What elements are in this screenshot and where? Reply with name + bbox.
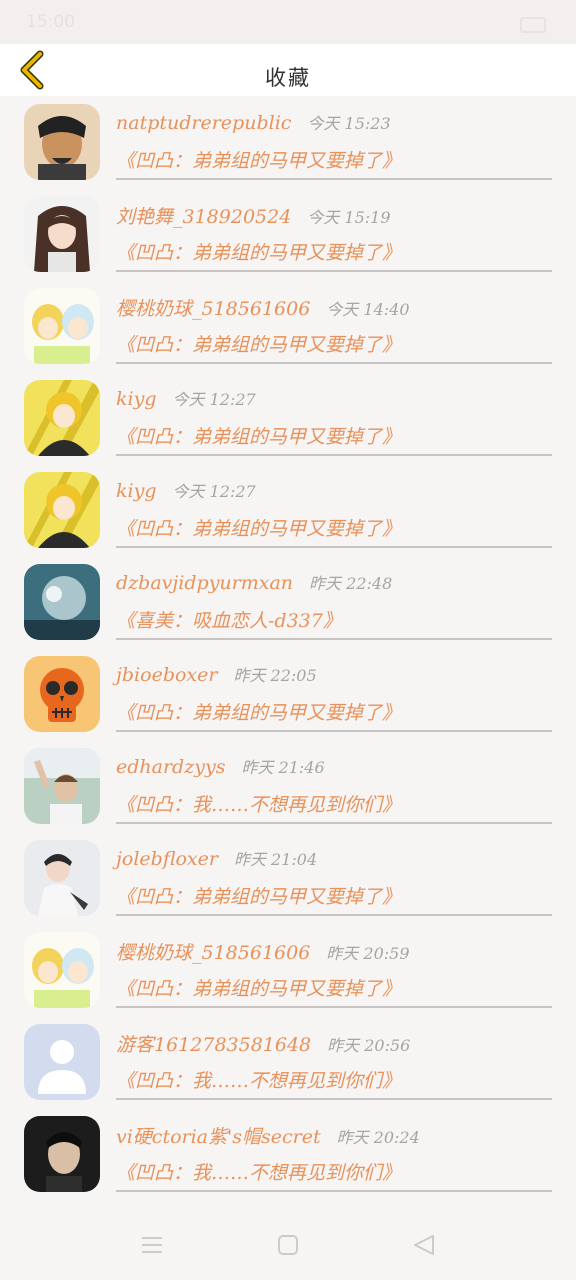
divider: [116, 546, 552, 548]
favorite-title[interactable]: 《凹凸：弟弟组的马甲又要掉了》: [116, 422, 401, 449]
list-item[interactable]: jbioeboxer 昨天 22:05 《凹凸：弟弟组的马甲又要掉了》: [0, 648, 576, 740]
favorite-title[interactable]: 《凹凸：我……不想再见到你们》: [116, 790, 401, 817]
divider: [116, 730, 552, 732]
battery-icon: [520, 17, 546, 33]
user-name[interactable]: 樱桃奶球_518561606: [116, 942, 310, 964]
favorite-title[interactable]: 《喜美：吸血恋人-d337》: [116, 606, 342, 633]
user-name[interactable]: edhardzyys: [116, 756, 225, 778]
timestamp: 今天 15:23: [307, 114, 391, 133]
divider: [116, 822, 552, 824]
name-line: 刘艳舞_318920524 今天 15:19: [116, 202, 391, 229]
favorite-title[interactable]: 《凹凸：弟弟组的马甲又要掉了》: [116, 882, 401, 909]
timestamp: 今天 12:27: [172, 482, 256, 501]
name-line: kiyg 今天 12:27: [116, 478, 256, 502]
back-triangle-icon[interactable]: [409, 1230, 439, 1260]
home-icon[interactable]: [273, 1230, 303, 1260]
name-line: dzbavjidpyurmxan 昨天 22:48: [116, 570, 392, 594]
menu-icon[interactable]: [137, 1230, 167, 1260]
name-line: kiyg 今天 12:27: [116, 386, 256, 410]
list-item[interactable]: vi硬ctoria紫's帽secret 昨天 20:24 《凹凸：我……不想再见到你…: [0, 1108, 576, 1200]
user-name[interactable]: vi硬ctoria紫's帽secret: [116, 1126, 321, 1148]
name-line: 樱桃奶球_518561606 昨天 20:59: [116, 938, 410, 965]
name-line: edhardzyys 昨天 21:46: [116, 754, 325, 778]
name-line: jbioeboxer 昨天 22:05: [116, 662, 317, 686]
header: 收藏: [0, 44, 576, 96]
timestamp: 昨天 20:24: [336, 1128, 420, 1147]
favorite-title[interactable]: 《凹凸：弟弟组的马甲又要掉了》: [116, 974, 401, 1001]
divider: [116, 178, 552, 180]
timestamp: 今天 15:19: [307, 208, 391, 227]
avatar[interactable]: [24, 748, 100, 824]
avatar[interactable]: [24, 104, 100, 180]
list-item[interactable]: jolebfloxer 昨天 21:04 《凹凸：弟弟组的马甲又要掉了》: [0, 832, 576, 924]
user-name[interactable]: dzbavjidpyurmxan: [116, 572, 293, 594]
list-item[interactable]: 樱桃奶球_518561606 昨天 20:59 《凹凸：弟弟组的马甲又要掉了》: [0, 924, 576, 1016]
avatar[interactable]: [24, 1116, 100, 1192]
list-item[interactable]: dzbavjidpyurmxan 昨天 22:48 《喜美：吸血恋人-d337》: [0, 556, 576, 648]
favorite-title[interactable]: 《凹凸：我……不想再见到你们》: [116, 1158, 401, 1185]
timestamp: 昨天 21:46: [241, 758, 325, 777]
timestamp: 昨天 21:04: [233, 850, 318, 869]
avatar[interactable]: [24, 288, 100, 364]
timestamp: 今天 14:40: [326, 300, 410, 319]
name-line: natptudrerepublic 今天 15:23: [116, 110, 391, 134]
divider: [116, 362, 552, 364]
user-name[interactable]: jbioeboxer: [116, 664, 217, 686]
timestamp: 今天 12:27: [172, 390, 256, 409]
divider: [116, 454, 552, 456]
status-bar: 15:00: [0, 0, 576, 44]
avatar[interactable]: [24, 472, 100, 548]
system-navbar: [0, 1210, 576, 1280]
user-name[interactable]: natptudrerepublic: [116, 112, 291, 134]
timestamp: 昨天 22:05: [233, 666, 317, 685]
favorite-title[interactable]: 《凹凸：弟弟组的马甲又要掉了》: [116, 146, 401, 173]
page-title: 收藏: [265, 66, 311, 90]
list-item[interactable]: 游客1612783581648 昨天 20:56 《凹凸：我……不想再见到你们》: [0, 1016, 576, 1108]
timestamp: 昨天 20:56: [327, 1036, 411, 1055]
avatar[interactable]: [24, 380, 100, 456]
user-name[interactable]: kiyg: [116, 480, 157, 502]
favorite-title[interactable]: 《凹凸：弟弟组的马甲又要掉了》: [116, 698, 401, 725]
timestamp: 昨天 20:59: [326, 944, 410, 963]
user-name[interactable]: 游客1612783581648: [116, 1034, 311, 1056]
favorite-title[interactable]: 《凹凸：弟弟组的马甲又要掉了》: [116, 514, 401, 541]
divider: [116, 270, 552, 272]
avatar[interactable]: [24, 840, 100, 916]
list-item[interactable]: kiyg 今天 12:27 《凹凸：弟弟组的马甲又要掉了》: [0, 372, 576, 464]
list-item[interactable]: 刘艳舞_318920524 今天 15:19 《凹凸：弟弟组的马甲又要掉了》: [0, 188, 576, 280]
user-name[interactable]: 刘艳舞_318920524: [116, 206, 291, 228]
divider: [116, 914, 552, 916]
user-name[interactable]: jolebfloxer: [116, 848, 218, 870]
divider: [116, 1006, 552, 1008]
favorite-title[interactable]: 《凹凸：弟弟组的马甲又要掉了》: [116, 238, 401, 265]
favorites-list: natptudrerepublic 今天 15:23 《凹凸：弟弟组的马甲又要掉了》…: [0, 96, 576, 1200]
list-item[interactable]: 樱桃奶球_518561606 今天 14:40 《凹凸：弟弟组的马甲又要掉了》: [0, 280, 576, 372]
list-item[interactable]: kiyg 今天 12:27 《凹凸：弟弟组的马甲又要掉了》: [0, 464, 576, 556]
divider: [116, 1190, 552, 1192]
divider: [116, 1098, 552, 1100]
list-item[interactable]: edhardzyys 昨天 21:46 《凹凸：我……不想再见到你们》: [0, 740, 576, 832]
avatar[interactable]: [24, 196, 100, 272]
user-name[interactable]: 樱桃奶球_518561606: [116, 298, 310, 320]
status-time: 15:00: [26, 12, 75, 32]
avatar[interactable]: [24, 656, 100, 732]
name-line: 游客1612783581648 昨天 20:56: [116, 1030, 410, 1057]
name-line: jolebfloxer 昨天 21:04: [116, 846, 317, 870]
avatar[interactable]: [24, 564, 100, 640]
list-item[interactable]: natptudrerepublic 今天 15:23 《凹凸：弟弟组的马甲又要掉了》: [0, 96, 576, 188]
name-line: 樱桃奶球_518561606 今天 14:40: [116, 294, 410, 321]
avatar[interactable]: [24, 932, 100, 1008]
timestamp: 昨天 22:48: [309, 574, 393, 593]
avatar[interactable]: [24, 1024, 100, 1100]
user-name[interactable]: kiyg: [116, 388, 157, 410]
favorite-title[interactable]: 《凹凸：我……不想再见到你们》: [116, 1066, 401, 1093]
divider: [116, 638, 552, 640]
name-line: vi硬ctoria紫's帽secret 昨天 20:24: [116, 1122, 420, 1149]
favorite-title[interactable]: 《凹凸：弟弟组的马甲又要掉了》: [116, 330, 401, 357]
